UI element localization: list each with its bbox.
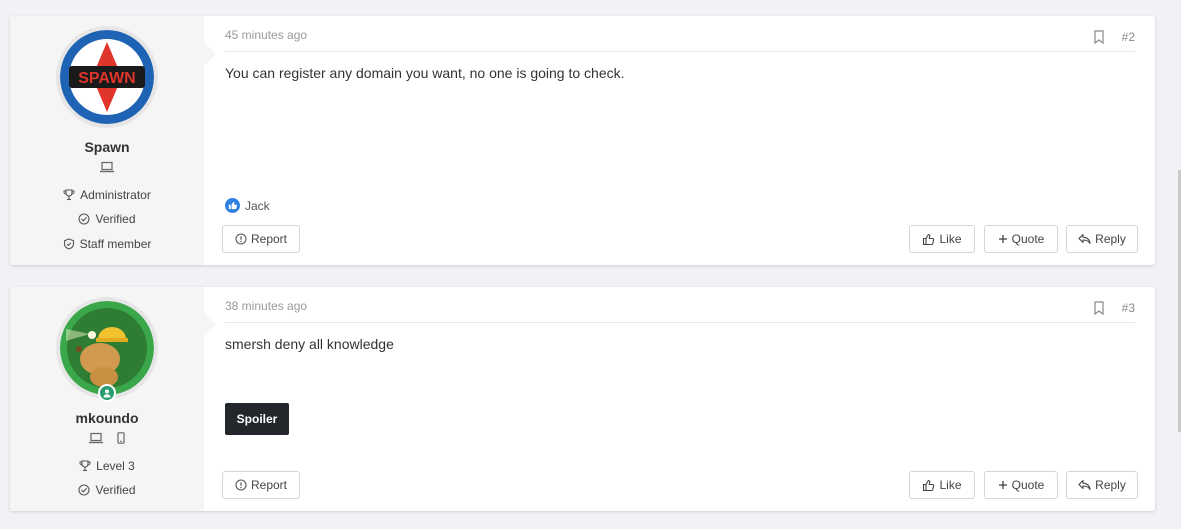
reply-icon [1078,233,1091,245]
user-panel: SPAWN Spawn Administrator Verified Staff… [10,16,216,265]
online-indicator [98,384,116,402]
reply-button[interactable]: Reply [1066,471,1138,499]
user-panel: mkoundo Level 3 Verified [10,287,216,511]
reaction-user[interactable]: Jack [245,199,270,213]
quote-button[interactable]: Quote [984,225,1058,253]
laptop-icon [100,161,114,173]
user-title: Administrator [10,188,204,202]
post-content: 45 minutes ago #2 You can register any d… [204,16,1155,265]
staff-badge: Staff member [10,237,204,251]
post-number[interactable]: #3 [1122,301,1135,315]
mobile-icon [117,432,125,444]
reply-button[interactable]: Reply [1066,225,1138,253]
quote-button[interactable]: Quote [984,471,1058,499]
laptop-icon [89,432,103,444]
bookmark-icon[interactable] [1093,301,1105,320]
post-body: smersh deny all knowledge [225,336,394,352]
post-number[interactable]: #2 [1122,30,1135,44]
report-button[interactable]: Report [222,225,300,253]
alert-icon [235,233,247,245]
thumbs-up-icon [922,233,935,246]
trophy-icon [63,189,75,201]
like-button[interactable]: Like [909,225,975,253]
like-button[interactable]: Like [909,471,975,499]
plus-icon [998,480,1008,490]
trophy-icon [79,460,91,472]
alert-icon [235,479,247,491]
avatar-logo-text: SPAWN [78,70,135,87]
thumbs-up-icon [225,198,240,213]
verified-badge: Verified [10,212,204,226]
post-body: You can register any domain you want, no… [225,65,625,81]
avatar[interactable]: SPAWN [56,26,158,128]
post-time[interactable]: 45 minutes ago [225,28,307,42]
shield-icon [63,238,75,250]
reply-icon [1078,479,1091,491]
bookmark-icon[interactable] [1093,30,1105,49]
plus-icon [998,234,1008,244]
username[interactable]: Spawn [10,139,204,155]
username[interactable]: mkoundo [10,410,204,426]
report-button[interactable]: Report [222,471,300,499]
verified-badge: Verified [10,483,204,497]
user-title: Level 3 [10,459,204,473]
check-circle-icon [78,213,91,225]
post-time[interactable]: 38 minutes ago [225,299,307,313]
spoiler-button[interactable]: Spoiler [225,403,289,435]
post-2: SPAWN Spawn Administrator Verified Staff… [10,16,1155,265]
post-content: 38 minutes ago #3 smersh deny all knowle… [204,287,1155,511]
post-3: mkoundo Level 3 Verified 38 minutes ago [10,287,1155,511]
reactions-bar[interactable]: Jack [225,198,270,213]
thumbs-up-icon [922,479,935,492]
check-circle-icon [78,484,91,496]
